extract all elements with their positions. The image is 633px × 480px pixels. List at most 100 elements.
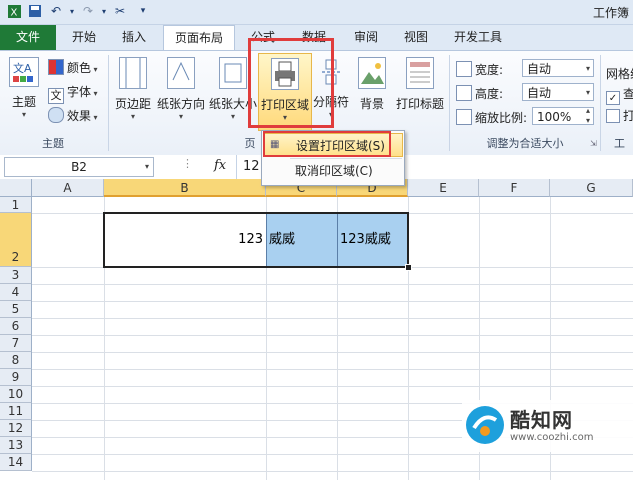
- tab-review[interactable]: 审阅: [346, 25, 386, 50]
- undo-dropdown-icon[interactable]: ▾: [64, 3, 80, 19]
- redo-icon[interactable]: ↷: [80, 3, 96, 19]
- themes-button[interactable]: 文A 主题 ▾: [4, 57, 44, 119]
- window-title: 工作簿: [592, 6, 629, 20]
- row-header[interactable]: 13: [0, 437, 32, 454]
- column-header[interactable]: F: [479, 179, 550, 197]
- chevron-down-icon[interactable]: ▾: [145, 158, 149, 176]
- row-header[interactable]: 10: [0, 386, 32, 403]
- print-titles-label: 打印标题: [395, 97, 444, 111]
- undo-icon[interactable]: ↶: [48, 3, 64, 19]
- fill-handle[interactable]: [405, 264, 412, 271]
- row-header[interactable]: 6: [0, 318, 32, 335]
- orientation-icon: [167, 57, 195, 89]
- orientation-label: 纸张方向: [156, 97, 205, 111]
- row-header[interactable]: 7: [0, 335, 32, 352]
- effects-button[interactable]: 效果 ▾: [48, 107, 98, 124]
- height-select[interactable]: 自动 ▾: [522, 83, 594, 101]
- row-header[interactable]: 12: [0, 420, 32, 437]
- chevron-down-icon: ▾: [21, 110, 26, 119]
- tab-view[interactable]: 视图: [396, 25, 436, 50]
- row-header[interactable]: 5: [0, 301, 32, 318]
- group-separator: [108, 55, 109, 151]
- dialog-launcher-icon[interactable]: ⇲: [590, 139, 597, 148]
- colors-button[interactable]: 颜色 ▾: [48, 59, 98, 76]
- scale-group-label: 调整为合适大小: [486, 137, 564, 150]
- margins-button[interactable]: 页边距 ▾: [112, 57, 154, 121]
- chevron-down-icon: ▾: [91, 65, 98, 74]
- gridline: [32, 369, 633, 370]
- gridline: [32, 352, 633, 353]
- excel-logo-icon: X: [6, 3, 22, 19]
- fonts-button[interactable]: 文字体 ▾: [48, 83, 98, 104]
- tab-file[interactable]: 文件: [0, 25, 56, 50]
- row-header[interactable]: 3: [0, 267, 32, 284]
- watermark-brand: 酷知网: [510, 408, 573, 432]
- row-header[interactable]: 2: [0, 213, 32, 267]
- background-button[interactable]: 背景: [354, 57, 390, 112]
- colors-icon: [48, 59, 64, 75]
- checkmark-icon: ✓: [606, 91, 620, 105]
- size-icon: [219, 57, 247, 89]
- gridline: [32, 301, 633, 302]
- scale-icon: [456, 109, 472, 125]
- row-header[interactable]: 9: [0, 369, 32, 386]
- tab-page-layout[interactable]: 页面布局: [163, 25, 235, 51]
- gridlines-view-checkbox[interactable]: ✓ 查: [606, 85, 633, 105]
- selection-border: [103, 212, 409, 268]
- height-row: 高度:: [456, 85, 503, 102]
- spinner-arrows-icon[interactable]: ▴ ▾: [586, 106, 590, 126]
- width-row: 宽度:: [456, 61, 503, 78]
- select-all-button[interactable]: [0, 179, 32, 197]
- width-label: 宽度:: [475, 63, 504, 77]
- chevron-down-icon: ▾: [585, 64, 590, 73]
- page-setup-group-label: 页: [244, 137, 256, 150]
- tab-developer[interactable]: 开发工具: [448, 25, 508, 50]
- row-header[interactable]: 8: [0, 352, 32, 369]
- group-separator: [449, 55, 450, 151]
- chevron-down-icon: ▾: [585, 88, 590, 97]
- tools-icon[interactable]: ✂: [112, 3, 128, 19]
- clear-print-area-item[interactable]: 取消印区域(C): [263, 159, 403, 183]
- customize-toolbar-icon[interactable]: ▾: [135, 3, 151, 19]
- fonts-label: 字体: [67, 85, 92, 99]
- tab-home[interactable]: 开始: [64, 25, 104, 50]
- name-box[interactable]: B2 ▾: [4, 157, 154, 177]
- title-bar: X ↶ ▾ ↷ ▾ ✂ ▾ 工作簿: [0, 0, 633, 25]
- print-titles-button[interactable]: 打印标题: [394, 57, 446, 112]
- row-header[interactable]: 4: [0, 284, 32, 301]
- svg-text:文A: 文A: [13, 61, 32, 75]
- print-titles-icon: [406, 57, 434, 89]
- column-header[interactable]: A: [32, 179, 104, 197]
- watermark: 酷知网 www.coozhi.com: [462, 400, 633, 452]
- row-header[interactable]: 1: [0, 197, 32, 213]
- gridline: [32, 471, 633, 472]
- gridlines-print-checkbox[interactable]: 打: [606, 107, 633, 124]
- height-icon: [456, 85, 472, 101]
- fx-icon[interactable]: fx: [214, 158, 226, 173]
- column-header[interactable]: G: [550, 179, 633, 197]
- gridlines-label: 网格线: [606, 67, 633, 81]
- save-icon[interactable]: [27, 3, 43, 19]
- tab-insert[interactable]: 插入: [114, 25, 154, 50]
- row-header[interactable]: 11: [0, 403, 32, 420]
- height-label: 高度:: [475, 87, 504, 101]
- column-header[interactable]: B: [104, 179, 266, 197]
- margins-icon: [119, 57, 147, 89]
- width-value: 自动: [527, 62, 552, 76]
- redo-dropdown-icon[interactable]: ▾: [96, 3, 112, 19]
- height-value: 自动: [527, 86, 552, 100]
- chevron-down-icon: ▾: [91, 113, 98, 122]
- scale-spinner[interactable]: 100% ▴ ▾: [532, 106, 594, 126]
- fonts-icon: 文: [48, 88, 64, 104]
- orientation-button[interactable]: 纸张方向 ▾: [156, 57, 206, 121]
- scale-label: 缩放比例:: [475, 111, 528, 125]
- gridline: [32, 335, 633, 336]
- chevron-down-icon: ▾: [91, 89, 98, 98]
- effects-icon: [48, 107, 64, 123]
- width-select[interactable]: 自动 ▾: [522, 59, 594, 77]
- chevron-down-icon: ▾: [130, 112, 135, 121]
- column-header[interactable]: E: [408, 179, 479, 197]
- themes-label: 主题: [11, 95, 36, 109]
- scale-value: 100%: [537, 110, 572, 124]
- row-header[interactable]: 14: [0, 454, 32, 471]
